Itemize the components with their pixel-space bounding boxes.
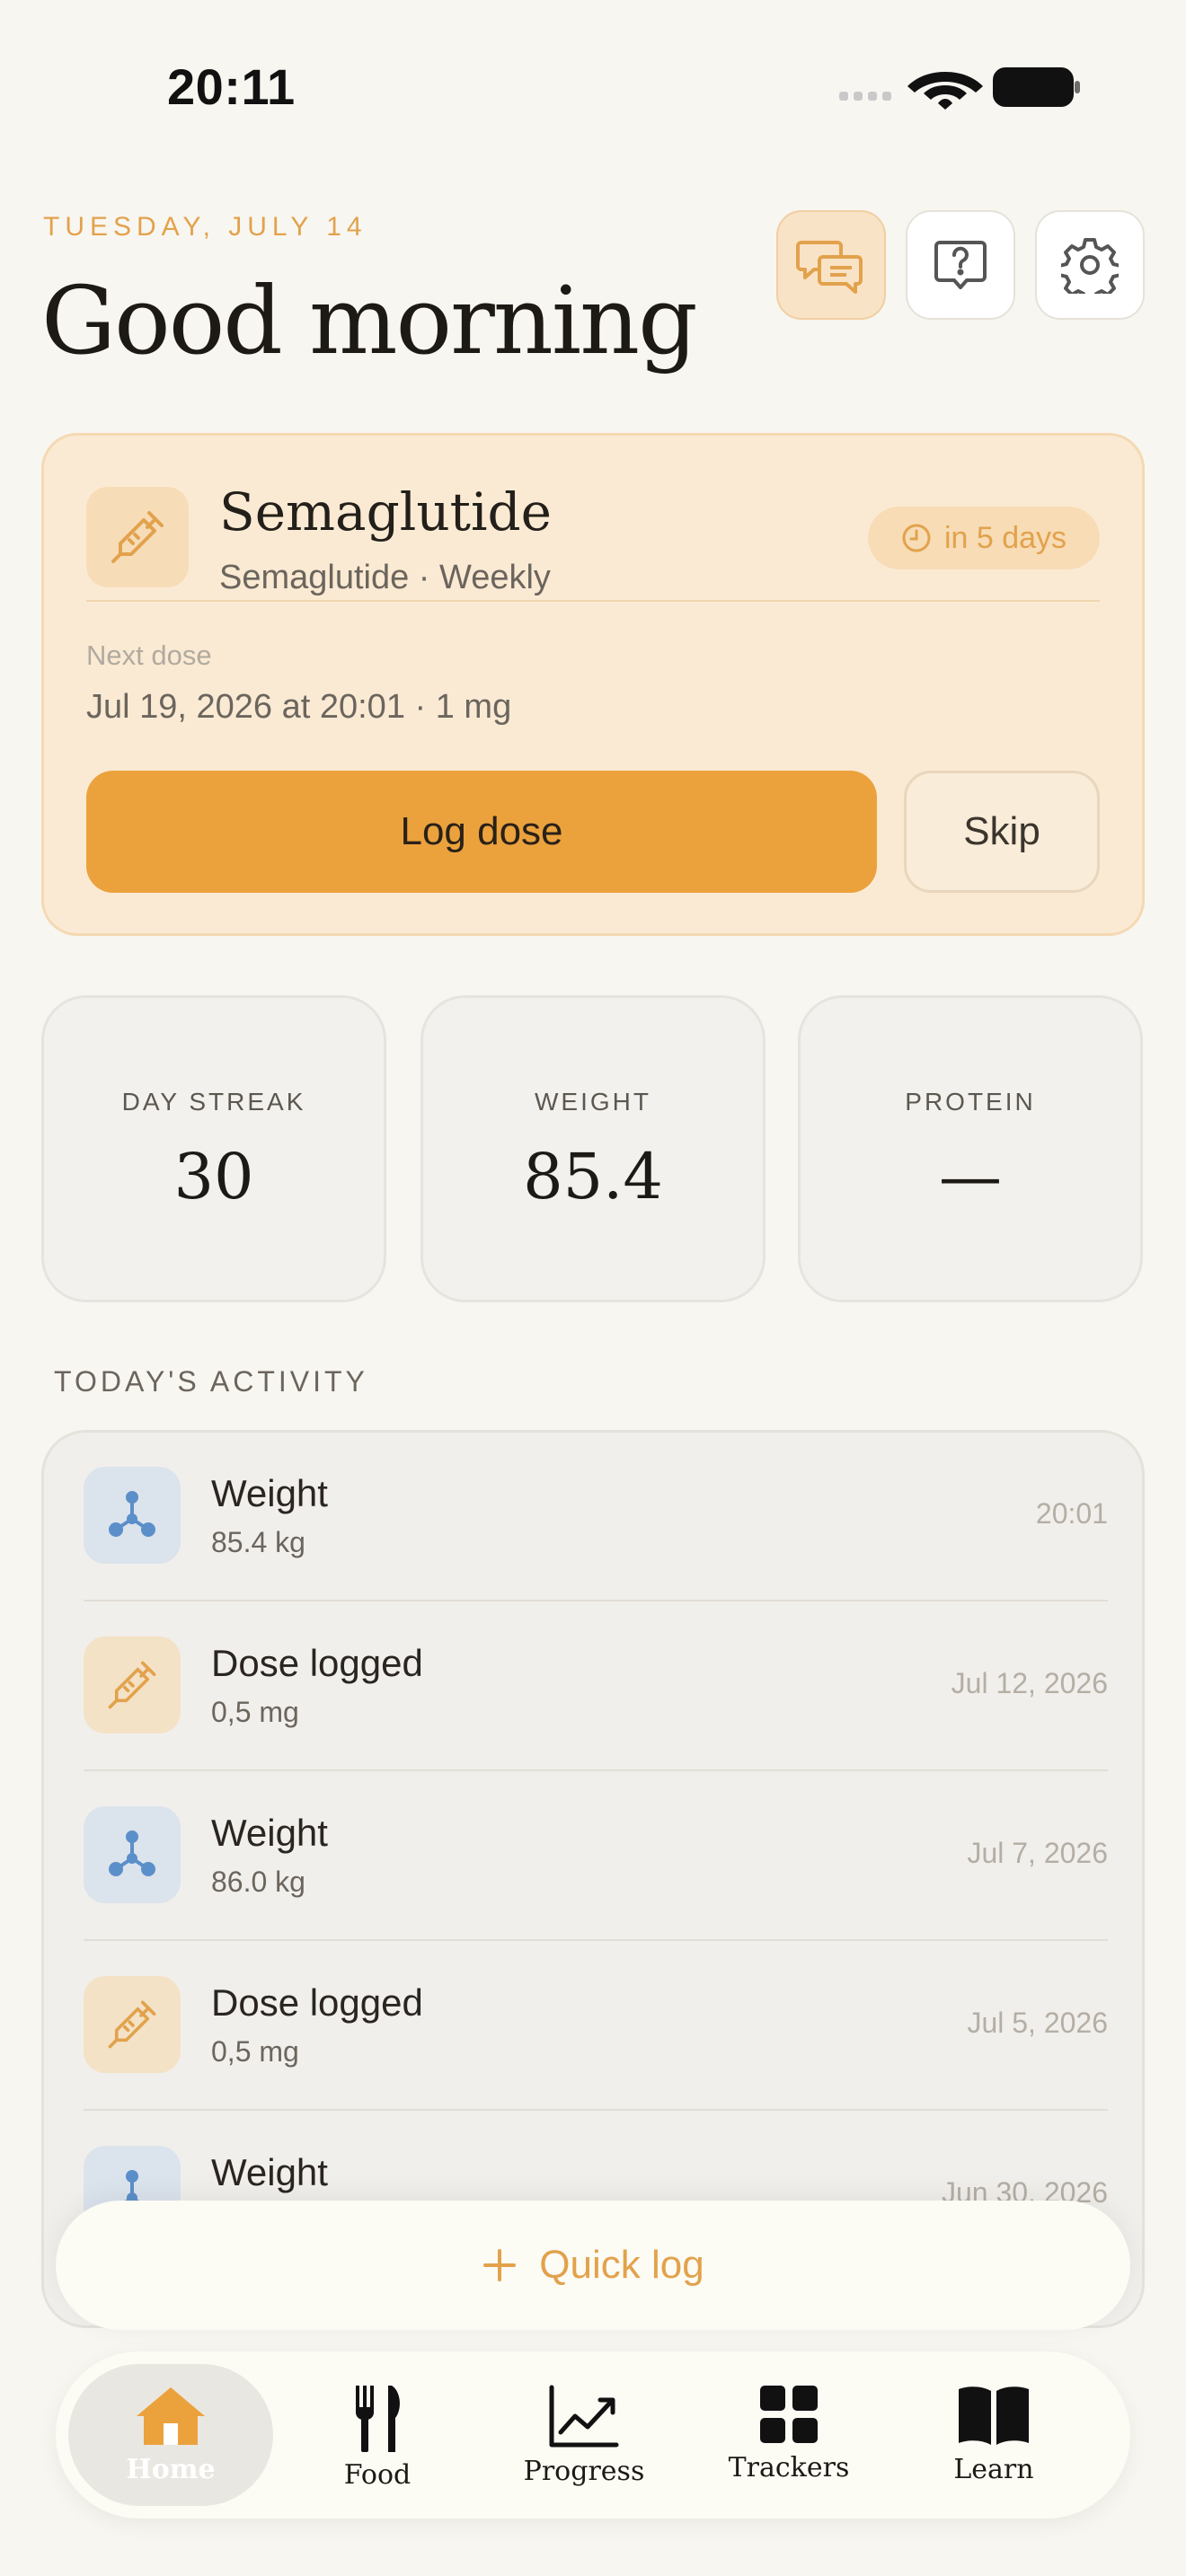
home-icon [137,2387,205,2445]
activity-time: Jul 12, 2026 [951,1667,1108,1699]
stat-value: — [939,1140,1002,1213]
syringe-icon [111,511,164,563]
book-icon [959,2386,1029,2445]
activity-detail: 0,5 mg [211,1696,299,1728]
next-dose-label: Next dose [86,640,212,671]
syringe-icon [108,2000,156,2049]
date-label: TUESDAY, JULY 14 [43,212,367,242]
activity-title: Dose logged [211,1981,423,2024]
next-dose-badge: in 5 days [868,507,1100,569]
help-button[interactable] [906,210,1015,320]
list-item[interactable]: Weight 86.0 kg Jul 7, 2026 [44,1772,1142,1941]
syringe-icon [108,1661,156,1709]
weight-icon-tile [84,1806,181,1903]
medication-name: Semaglutide [219,481,552,543]
stat-label: DAY STREAK [121,1088,306,1116]
chart-icon [549,2385,619,2448]
tab-bar: Home Food Progress Trackers Learn [56,2351,1130,2519]
activity-time: Jul 7, 2026 [967,1837,1108,1869]
tab-learn[interactable]: Learn [891,2364,1096,2506]
syringe-icon-tile [86,487,189,587]
badge-label: in 5 days [943,520,1067,555]
divider [84,1939,1108,1941]
stat-label: WEIGHT [535,1088,651,1116]
tab-trackers[interactable]: Trackers [686,2364,891,2506]
plus-icon [483,2249,517,2281]
divider [84,1769,1108,1771]
next-dose-value: Jul 19, 2026 at 20:01 · 1 mg [86,688,512,726]
list-item[interactable]: Dose logged 0,5 mg Jul 12, 2026 [44,1602,1142,1771]
tab-label: Food [343,2459,412,2491]
stat-value: 85.4 [523,1140,663,1213]
medication-subtitle: Semaglutide · Weekly [219,559,551,596]
divider [86,600,1100,602]
battery-icon [993,67,1080,107]
chat-button[interactable] [776,210,886,320]
activity-title: Weight [211,1472,328,1514]
list-item[interactable]: Dose logged 0,5 mg Jul 5, 2026 [44,1942,1142,2111]
tab-label: Home [126,2454,216,2485]
tab-food[interactable]: Food [275,2364,480,2506]
divider [84,2109,1108,2111]
weight-icon-tile [84,1467,181,1564]
activity-detail: 85.4 kg [211,1526,305,1558]
activity-title: Weight [211,2151,328,2193]
clock-icon [902,524,931,552]
activity-time: Jul 5, 2026 [967,2007,1108,2039]
cellular-dots-icon [839,92,891,101]
quick-log-button[interactable]: Quick log [56,2201,1130,2330]
tab-label: Learn [953,2454,1034,2485]
list-item[interactable]: Weight 85.4 kg 20:01 [44,1433,1142,1601]
activity-title: Weight [211,1812,328,1854]
tab-home[interactable]: Home [68,2364,273,2506]
activity-time: 20:01 [1035,1497,1108,1530]
tab-label: Trackers [728,2452,850,2483]
section-title: TODAY'S ACTIVITY [54,1365,368,1398]
grid-icon [760,2386,818,2443]
tab-progress[interactable]: Progress [482,2364,686,2506]
skip-button[interactable]: Skip [904,771,1100,893]
molecule-icon [109,1491,155,1537]
activity-detail: 86.0 kg [211,1866,305,1898]
settings-icon [1061,238,1119,294]
stat-card-protein[interactable]: PROTEIN — [798,995,1143,1302]
settings-button[interactable] [1035,210,1145,320]
chat-icon [796,241,863,294]
wifi-icon [907,72,983,110]
stat-card-weight[interactable]: WEIGHT 85.4 [420,995,766,1302]
stat-label: PROTEIN [905,1088,1036,1116]
activity-detail: 0,5 mg [211,2035,299,2068]
stat-card-streak[interactable]: DAY STREAK 30 [41,995,386,1302]
activity-list: Weight 85.4 kg 20:01 Dose logged 0,5 mg … [41,1430,1145,2328]
dose-icon-tile [84,1976,181,2073]
status-time: 20:11 [167,58,296,115]
stat-value: 30 [173,1140,254,1213]
activity-title: Dose logged [211,1642,423,1684]
divider [84,1600,1108,1601]
help-icon [934,241,987,289]
log-dose-button[interactable]: Log dose [86,771,877,893]
tab-label: Progress [523,2456,645,2487]
page-title: Good morning [41,266,698,375]
fork-knife-icon [356,2386,400,2452]
molecule-icon [109,1831,155,1876]
quick-log-label: Quick log [539,2243,704,2287]
status-icons [839,65,1082,110]
dose-icon-tile [84,1636,181,1734]
